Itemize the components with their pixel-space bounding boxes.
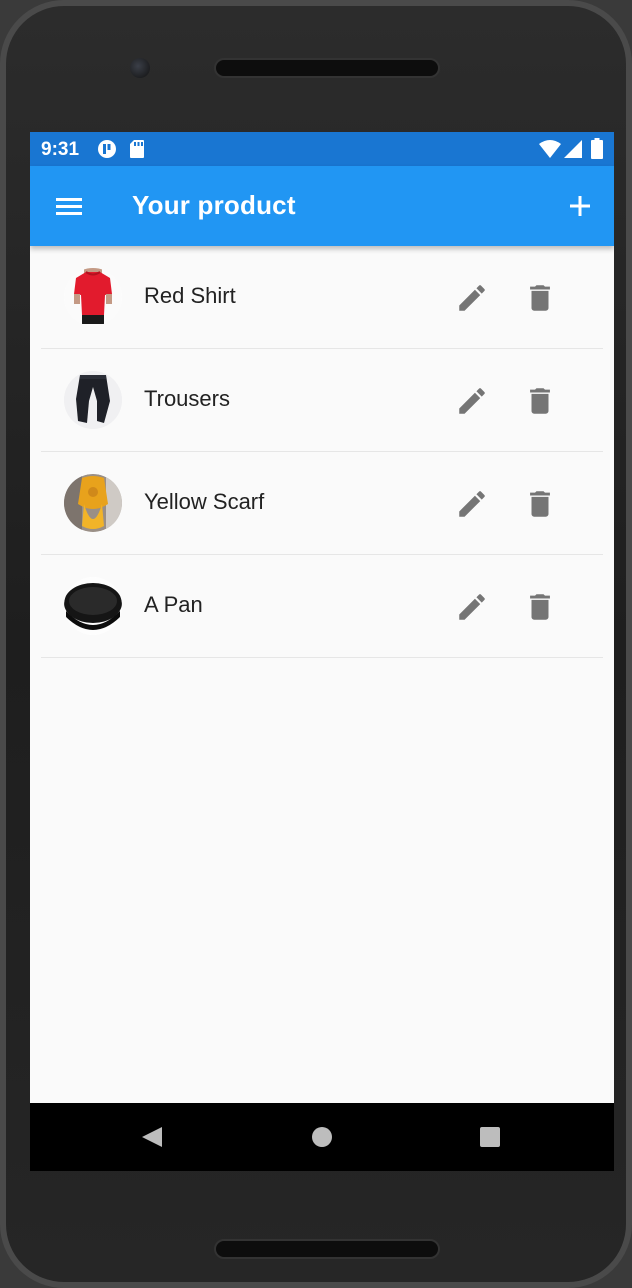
edit-button[interactable] [455, 281, 489, 315]
edit-button[interactable] [455, 487, 489, 521]
recents-icon [480, 1127, 500, 1147]
delete-icon [530, 491, 550, 517]
product-avatar [64, 371, 122, 429]
status-time: 9:31 [41, 139, 80, 160]
product-avatar [64, 474, 122, 532]
delete-icon [530, 285, 550, 311]
trousers-image [64, 371, 122, 429]
edit-icon [459, 594, 485, 620]
home-button[interactable] [310, 1125, 334, 1149]
battery-icon [591, 138, 603, 164]
menu-icon [56, 198, 82, 215]
app-bar: Your product [30, 166, 614, 246]
screen: 9:31 Your product Red Shirt Trousers Yel… [30, 132, 614, 1171]
wifi-icon [539, 140, 561, 163]
delete-button[interactable] [523, 384, 557, 418]
delete-icon [530, 594, 550, 620]
product-name: Yellow Scarf [144, 489, 265, 514]
menu-button[interactable] [54, 192, 84, 220]
product-row: Red Shirt [41, 246, 603, 349]
edit-icon [459, 285, 485, 311]
add-icon [570, 196, 590, 216]
product-row: Yellow Scarf [41, 452, 603, 555]
product-name: Red Shirt [144, 283, 236, 308]
edit-icon [459, 388, 485, 414]
delete-button[interactable] [523, 590, 557, 624]
status-bar: 9:31 [30, 132, 614, 166]
product-avatar [64, 268, 122, 326]
product-list: Red Shirt Trousers Yellow Scarf A Pan [41, 246, 603, 658]
bottom-speaker [214, 1239, 440, 1259]
product-row: Trousers [41, 349, 603, 452]
notification-app-icon [97, 139, 117, 164]
product-avatar [64, 577, 122, 635]
page-title: Your product [132, 190, 296, 220]
product-row: A Pan [41, 555, 603, 658]
delete-icon [530, 388, 550, 414]
edit-icon [459, 491, 485, 517]
home-icon [312, 1127, 332, 1147]
product-name: Trousers [144, 386, 230, 411]
add-product-button[interactable] [566, 192, 594, 220]
yellow-scarf-image [64, 474, 122, 532]
red-shirt-image [64, 268, 122, 326]
product-name: A Pan [144, 592, 203, 617]
back-button[interactable] [140, 1125, 164, 1149]
top-speaker [214, 58, 440, 78]
sd-card-icon [129, 139, 145, 164]
system-nav-bar [30, 1103, 614, 1171]
back-icon [142, 1127, 162, 1147]
signal-icon [564, 140, 582, 163]
recents-button[interactable] [478, 1125, 502, 1149]
front-camera [130, 58, 150, 78]
edit-button[interactable] [455, 384, 489, 418]
edit-button[interactable] [455, 590, 489, 624]
delete-button[interactable] [523, 487, 557, 521]
pan-image [64, 577, 122, 635]
delete-button[interactable] [523, 281, 557, 315]
